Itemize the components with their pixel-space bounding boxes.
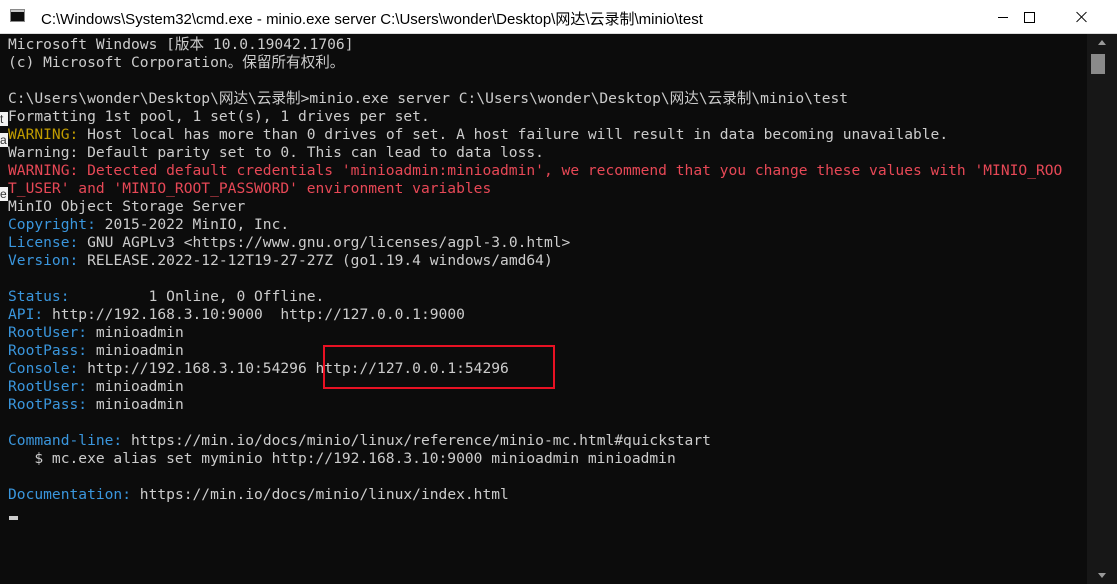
console-line-warning-credentials: WARNING: Detected default credentials 'm… bbox=[8, 162, 1063, 179]
rootpass-value: minioadmin bbox=[87, 342, 184, 359]
console-line-rootuser: RootUser: minioadmin bbox=[8, 324, 184, 342]
console-line-rootpass2: RootPass: minioadmin bbox=[8, 396, 184, 414]
scroll-down-button[interactable] bbox=[1087, 567, 1117, 584]
background-window-glimpse: e bbox=[0, 187, 8, 201]
api-value: http://192.168.3.10:9000 http://127.0.0.… bbox=[43, 306, 465, 323]
console-label: Console: bbox=[8, 360, 79, 377]
rootuser2-value: minioadmin bbox=[87, 378, 184, 395]
console-line-rootpass: RootPass: minioadmin bbox=[8, 342, 184, 360]
maximize-icon bbox=[1023, 11, 1035, 23]
copyright-value: 2015-2022 MinIO, Inc. bbox=[95, 216, 290, 233]
console-line-server-name: MinIO Object Storage Server bbox=[8, 198, 246, 215]
scrollbar-thumb[interactable] bbox=[1091, 54, 1105, 74]
console-line-formatting: Formatting 1st pool, 1 set(s), 1 drives … bbox=[8, 108, 430, 125]
console-line-api: API: http://192.168.3.10:9000 http://127… bbox=[8, 306, 465, 324]
version-value: RELEASE.2022-12-12T19-27-27Z (go1.19.4 w… bbox=[78, 252, 553, 269]
close-icon bbox=[1076, 11, 1088, 23]
license-label: License: bbox=[8, 234, 79, 251]
console-line-copyright: Copyright: 2015-2022 MinIO, Inc. bbox=[8, 216, 289, 234]
rootpass-label: RootPass: bbox=[8, 342, 88, 359]
cmd-icon bbox=[10, 9, 25, 22]
console-line-warning-drives: WARNING: Host local has more than 0 driv… bbox=[8, 126, 948, 144]
warning-text: Host local has more than 0 drives of set… bbox=[78, 126, 949, 143]
background-window-glimpse: a bbox=[0, 133, 8, 147]
rootpass2-value: minioadmin bbox=[87, 396, 184, 413]
console-line-header1: Microsoft Windows [版本 10.0.19042.1706] bbox=[8, 36, 354, 53]
scroll-up-button[interactable] bbox=[1087, 34, 1117, 51]
version-label: Version: bbox=[8, 252, 79, 269]
copyright-label: Copyright: bbox=[8, 216, 96, 233]
console-line-header2: (c) Microsoft Corporation。保留所有权利。 bbox=[8, 54, 345, 71]
title-bar[interactable]: C:\Windows\System32\cmd.exe - minio.exe … bbox=[0, 0, 1117, 34]
console-line-prompt: C:\Users\wonder\Desktop\网达\云录制>minio.exe… bbox=[8, 90, 849, 107]
background-window-glimpse: t bbox=[0, 112, 8, 126]
console-line-warning-credentials-cont: T_USER' and 'MINIO_ROOT_PASSWORD' enviro… bbox=[8, 180, 492, 197]
console-line-status: Status: 1 Online, 0 Offline. bbox=[8, 288, 324, 306]
console-line-version: Version: RELEASE.2022-12-12T19-27-27Z (g… bbox=[8, 252, 553, 270]
rootuser2-label: RootUser: bbox=[8, 378, 88, 395]
console-line-warning-parity: Warning: Default parity set to 0. This c… bbox=[8, 144, 544, 161]
close-button[interactable] bbox=[1059, 0, 1105, 34]
console-line-rootuser2: RootUser: minioadmin bbox=[8, 378, 184, 396]
warning-label: WARNING: bbox=[8, 126, 79, 143]
commandline-label: Command-line: bbox=[8, 432, 123, 449]
license-value: GNU AGPLv3 <https://www.gnu.org/licenses… bbox=[78, 234, 571, 251]
rootuser-label: RootUser: bbox=[8, 324, 88, 341]
maximize-button[interactable] bbox=[1006, 0, 1052, 34]
window-title: C:\Windows\System32\cmd.exe - minio.exe … bbox=[41, 11, 703, 28]
commandline-value: https://min.io/docs/minio/linux/referenc… bbox=[122, 432, 711, 449]
documentation-label: Documentation: bbox=[8, 486, 132, 503]
arrow-down-icon bbox=[1098, 573, 1106, 578]
documentation-value: https://min.io/docs/minio/linux/index.ht… bbox=[131, 486, 509, 503]
console-line-mc-alias: $ mc.exe alias set myminio http://192.16… bbox=[8, 450, 676, 467]
highlight-box bbox=[323, 345, 555, 389]
vertical-scrollbar[interactable] bbox=[1087, 34, 1117, 584]
console-line-commandline: Command-line: https://min.io/docs/minio/… bbox=[8, 432, 711, 450]
status-value: 1 Online, 0 Offline. bbox=[69, 288, 325, 305]
status-label: Status: bbox=[8, 288, 70, 305]
console-line-documentation: Documentation: https://min.io/docs/minio… bbox=[8, 486, 509, 504]
rootpass2-label: RootPass: bbox=[8, 396, 88, 413]
console-line-license: License: GNU AGPLv3 <https://www.gnu.org… bbox=[8, 234, 570, 252]
arrow-up-icon bbox=[1098, 40, 1106, 45]
text-cursor bbox=[9, 516, 18, 520]
rootuser-value: minioadmin bbox=[87, 324, 184, 341]
api-label: API: bbox=[8, 306, 44, 323]
